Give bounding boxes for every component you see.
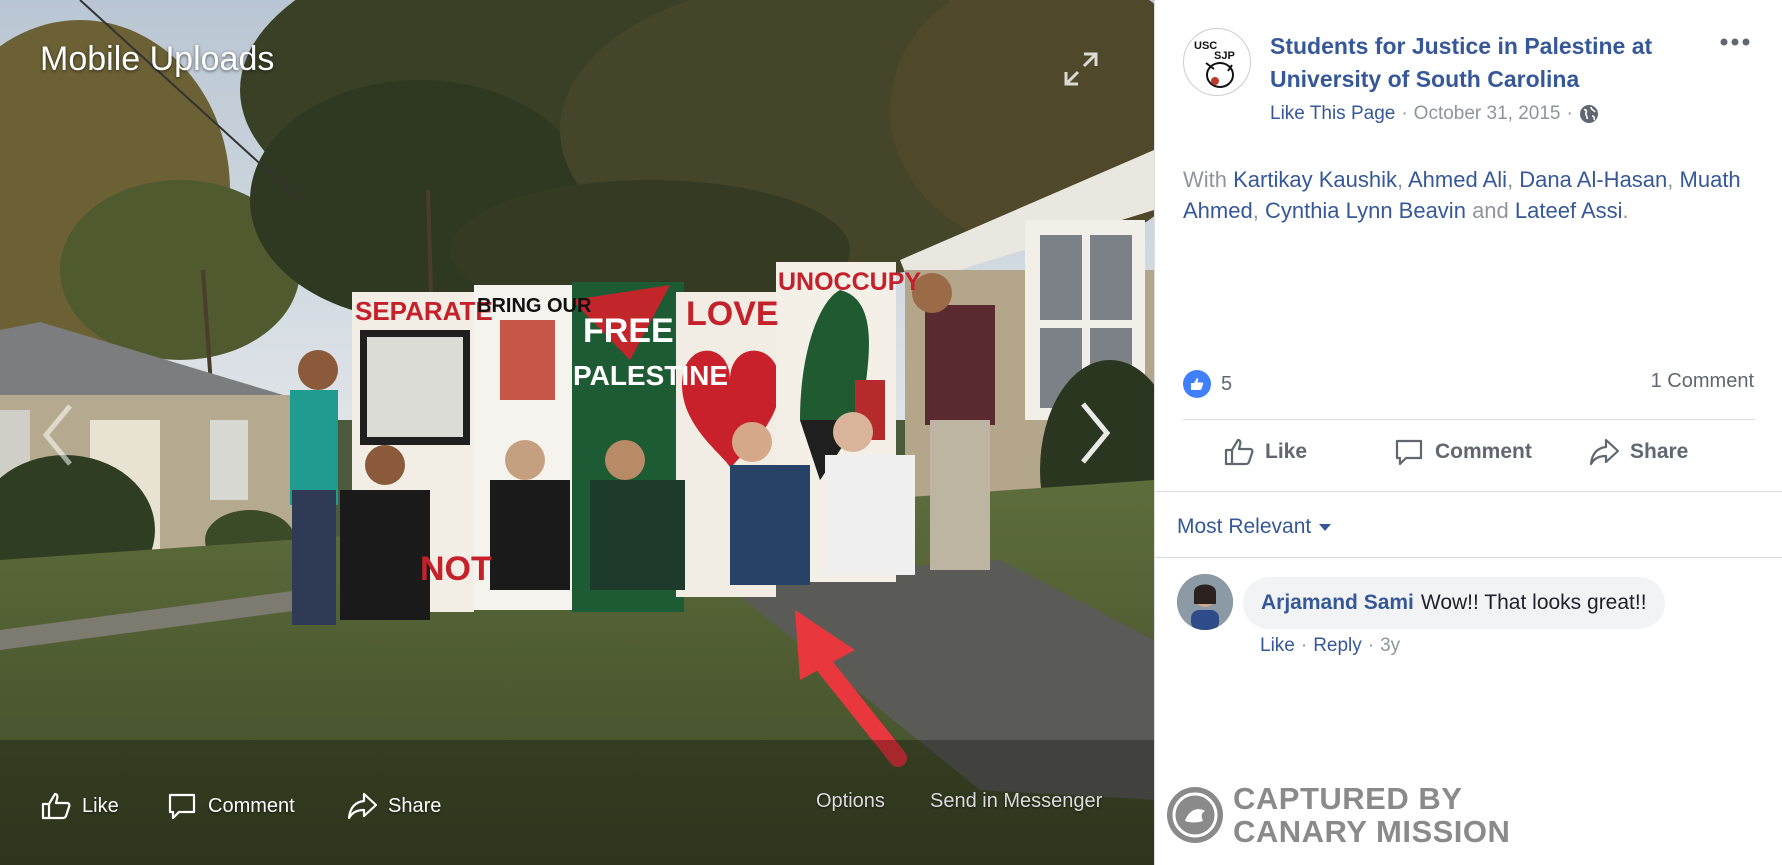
reactions-summary[interactable]: 5 <box>1183 370 1232 398</box>
divider <box>1155 557 1782 558</box>
canary-bird-icon <box>1167 787 1223 843</box>
like-button[interactable]: Like <box>1223 436 1307 468</box>
thumbs-up-icon <box>1224 438 1254 466</box>
post-meta: Like This Page · October 31, 2015 · <box>1270 103 1599 125</box>
watermark-line1: CAPTURED BY <box>1233 781 1463 816</box>
tagged-person-link[interactable]: Kartikay Kaushik <box>1233 167 1397 192</box>
comment-bubble-icon <box>168 793 196 820</box>
post-actions: Like Comment Share <box>1183 436 1755 476</box>
comment-button[interactable]: Comment <box>1393 436 1532 468</box>
comment-bubble-icon <box>1395 439 1423 466</box>
divider <box>1155 491 1782 492</box>
album-title[interactable]: Mobile Uploads <box>40 40 274 79</box>
post-details-panel: USC SJP Students for Justice in Palestin… <box>1154 0 1782 865</box>
board-not: NOT <box>420 550 492 588</box>
comment-sort-dropdown[interactable]: Most Relevant <box>1177 515 1332 539</box>
options-link[interactable]: Options <box>816 790 885 813</box>
comment-actions: Like · Reply · 3y <box>1260 635 1400 657</box>
board-free: FREE <box>583 312 674 350</box>
facebook-photo-viewer: SEPARATE BRING OUR FREE PALESTINE LOVE U… <box>0 0 1782 865</box>
tagged-person-link[interactable]: Ahmed Ali <box>1408 167 1507 192</box>
photo-viewer[interactable]: SEPARATE BRING OUR FREE PALESTINE LOVE U… <box>0 0 1154 865</box>
divider <box>1183 419 1755 420</box>
comment-label: Comment <box>1435 440 1532 463</box>
like-label: Like <box>1265 440 1308 463</box>
board-bring-our: BRING OUR <box>477 295 592 317</box>
board-unoccupy: UNOCCUPY <box>778 268 921 296</box>
meta-separator: · <box>1566 103 1573 124</box>
share-label: Share <box>1630 440 1689 463</box>
board-palestine: PALESTINE <box>573 360 728 391</box>
expand-icon[interactable] <box>1062 50 1100 88</box>
comment-reply-link[interactable]: Reply <box>1313 635 1362 657</box>
viewer-like-button[interactable]: Like <box>40 790 119 822</box>
previous-photo-arrow-icon[interactable] <box>38 400 78 470</box>
globe-icon[interactable] <box>1579 104 1599 124</box>
with-and: and <box>1472 198 1509 223</box>
tagged-person-link[interactable]: Dana Al-Hasan <box>1519 167 1667 192</box>
share-button[interactable]: Share <box>1588 436 1688 468</box>
comments-count-link[interactable]: 1 Comment <box>1651 370 1754 393</box>
tagged-person-link[interactable]: Cynthia Lynn Beavin <box>1265 198 1466 223</box>
board-love: LOVE <box>686 295 779 333</box>
sjp-logo-icon: USC SJP <box>1194 40 1235 88</box>
share-arrow-icon <box>347 792 378 820</box>
comment-age[interactable]: 3y <box>1380 635 1400 657</box>
with-prefix: With <box>1183 167 1227 192</box>
separator: · <box>1367 635 1375 656</box>
photo: SEPARATE BRING OUR FREE PALESTINE LOVE U… <box>0 0 1154 865</box>
reactions-count: 5 <box>1221 372 1233 395</box>
caret-down-icon <box>1319 523 1332 531</box>
thumbs-up-icon <box>41 792 71 820</box>
viewer-comment-button[interactable]: Comment <box>166 790 295 822</box>
svg-text:SJP: SJP <box>1214 50 1235 62</box>
viewer-comment-label: Comment <box>208 794 295 817</box>
viewer-share-label: Share <box>388 794 442 817</box>
comment-text: Wow!! That looks great!! <box>1420 591 1647 614</box>
meta-separator: · <box>1401 103 1408 124</box>
comment-like-link[interactable]: Like <box>1260 635 1295 657</box>
tagged-people: With Kartikay Kaushik, Ahmed Ali, Dana A… <box>1183 167 1741 223</box>
next-photo-arrow-icon[interactable] <box>1075 398 1115 468</box>
like-reaction-icon <box>1183 370 1211 398</box>
comment-bubble: Arjamand Sami Wow!! That looks great!! <box>1243 577 1665 629</box>
sort-label: Most Relevant <box>1177 515 1312 538</box>
viewer-share-button[interactable]: Share <box>346 790 441 822</box>
tagged-person-link[interactable]: Lateef Assi <box>1515 198 1623 223</box>
viewer-like-label: Like <box>82 794 119 817</box>
more-options-icon[interactable] <box>1715 30 1755 54</box>
canary-mission-watermark: CAPTURED BY CANARY MISSION <box>1167 782 1510 848</box>
board-separate: SEPARATE <box>355 296 493 326</box>
separator: · <box>1300 635 1308 656</box>
like-this-page-link[interactable]: Like This Page <box>1270 103 1395 125</box>
commenter-avatar[interactable] <box>1177 574 1233 630</box>
post-date[interactable]: October 31, 2015 <box>1414 103 1561 125</box>
send-in-messenger-link[interactable]: Send in Messenger <box>930 790 1102 813</box>
comment-author-link[interactable]: Arjamand Sami <box>1261 591 1414 615</box>
page-avatar[interactable]: USC SJP <box>1183 28 1251 96</box>
page-name-link[interactable]: Students for Justice in Palestine at Uni… <box>1270 30 1690 96</box>
watermark-line2: CANARY MISSION <box>1233 814 1511 849</box>
share-arrow-icon <box>1589 438 1620 466</box>
